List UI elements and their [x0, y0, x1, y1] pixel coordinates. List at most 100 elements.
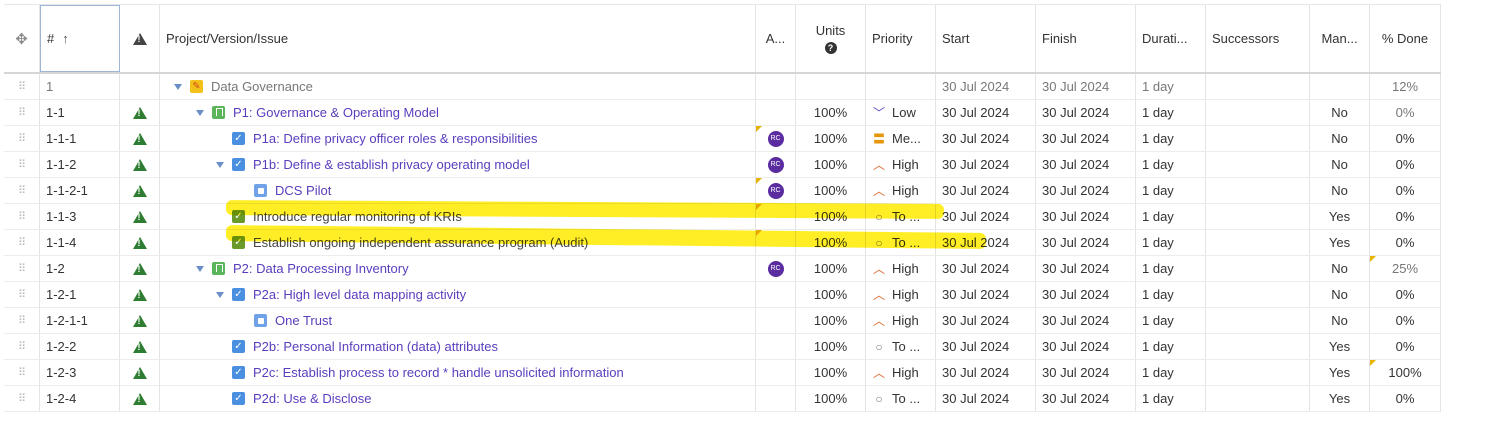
table-row[interactable]: ⠿ 1-2-2 ✓ P2b: Personal Information (dat…: [4, 334, 1441, 360]
task-check-icon: ✓: [232, 210, 245, 223]
subtask-icon: [254, 184, 267, 197]
grip-icon: ⠿: [17, 367, 26, 379]
column-header-warning[interactable]: [120, 5, 160, 72]
grip-icon: ⠿: [17, 133, 26, 145]
drag-handle[interactable]: ⠿: [4, 282, 40, 307]
priority-low-icon: ﹀: [872, 106, 885, 120]
priority-todo-icon: ○: [875, 339, 883, 354]
task-check-icon: ✓: [232, 392, 245, 405]
priority-medium-icon: 〓: [872, 132, 885, 146]
grip-icon: ⠿: [17, 81, 26, 93]
drag-handle[interactable]: ⠿: [4, 308, 40, 333]
column-header-priority[interactable]: Priority: [866, 5, 936, 72]
drag-handle[interactable]: ⠿: [4, 256, 40, 281]
priority-high-icon: ︿: [872, 288, 885, 302]
drag-handle[interactable]: ⠿: [4, 100, 40, 125]
help-icon[interactable]: ?: [824, 42, 837, 54]
warning-icon: [132, 262, 147, 275]
version-bookmark-icon: [212, 106, 225, 119]
warning-icon: [132, 32, 147, 45]
issue-name-cell[interactable]: One Trust: [160, 308, 756, 333]
priority-high-icon: ︿: [872, 184, 885, 198]
table-row[interactable]: ⠿ 1 ✎ Data Governance 30 Jul 2024 30 Jul…: [4, 74, 1441, 100]
column-header-finish[interactable]: Finish: [1036, 5, 1136, 72]
table-row[interactable]: ⠿ 1-1 P1: Governance & Operating Model 1…: [4, 100, 1441, 126]
task-check-icon: ✓: [232, 288, 245, 301]
collapse-icon[interactable]: [174, 83, 182, 90]
project-icon: ✎: [190, 80, 203, 93]
issue-name-cell[interactable]: ✓ P2b: Personal Information (data) attri…: [160, 334, 756, 359]
table-row[interactable]: ⠿ 1-1-4 ✓ Establish ongoing independent …: [4, 230, 1441, 256]
priority-todo-icon: ○: [875, 391, 883, 406]
column-header-assignee[interactable]: A...: [756, 5, 796, 72]
collapse-icon[interactable]: [196, 109, 204, 116]
grip-icon: ⠿: [17, 341, 26, 353]
issue-name-cell[interactable]: ✓ P1a: Define privacy officer roles & re…: [160, 126, 756, 151]
table-row[interactable]: ⠿ 1-2-4 ✓ P2d: Use & Disclose 100% ○To .…: [4, 386, 1441, 412]
drag-handle[interactable]: ⠿: [4, 74, 40, 99]
drag-handle[interactable]: ⠿: [4, 178, 40, 203]
table-row[interactable]: ⠿ 1-1-1 ✓ P1a: Define privacy officer ro…: [4, 126, 1441, 152]
collapse-icon[interactable]: [216, 291, 224, 298]
warning-icon: [132, 236, 147, 249]
column-header-duration[interactable]: Durati...: [1136, 5, 1206, 72]
issue-name-cell[interactable]: ✓ P2d: Use & Disclose: [160, 386, 756, 411]
edited-marker: [1370, 256, 1376, 262]
edited-marker: [756, 126, 762, 132]
warning-icon: [132, 340, 147, 353]
table-row[interactable]: ⠿ 1-2-3 ✓ P2c: Establish process to reco…: [4, 360, 1441, 386]
drag-handle[interactable]: ⠿: [4, 126, 40, 151]
warning-icon: [132, 158, 147, 171]
drag-handle[interactable]: ⠿: [4, 152, 40, 177]
drag-handle[interactable]: ⠿: [4, 360, 40, 385]
warning-icon: [132, 288, 147, 301]
warning-icon: [132, 132, 147, 145]
issue-name-cell[interactable]: DCS Pilot: [160, 178, 756, 203]
warning-icon: [132, 392, 147, 405]
priority-todo-icon: ○: [875, 209, 883, 224]
issue-name-cell[interactable]: ✓ Introduce regular monitoring of KRIs: [160, 204, 756, 229]
subtask-icon: [254, 314, 267, 327]
version-name-cell[interactable]: P1: Governance & Operating Model: [160, 100, 756, 125]
table-row[interactable]: ⠿ 1-1-2 ✓ P1b: Define & establish privac…: [4, 152, 1441, 178]
column-header-start[interactable]: Start: [936, 5, 1036, 72]
column-header-done[interactable]: % Done: [1370, 5, 1441, 72]
column-header-units[interactable]: Units ?: [796, 5, 866, 72]
priority-high-icon: ︿: [872, 158, 885, 172]
move-icon: ✥: [15, 30, 28, 48]
collapse-icon[interactable]: [196, 265, 204, 272]
version-name-cell[interactable]: P2: Data Processing Inventory: [160, 256, 756, 281]
table-row[interactable]: ⠿ 1-2 P2: Data Processing Inventory RC 1…: [4, 256, 1441, 282]
issue-name-cell[interactable]: ✓ P2a: High level data mapping activity: [160, 282, 756, 307]
avatar: RC: [767, 260, 784, 277]
edited-marker: [756, 204, 762, 210]
table-row[interactable]: ⠿ 1-2-1-1 One Trust 100% ︿High 30 Jul 20…: [4, 308, 1441, 334]
priority-todo-icon: ○: [875, 235, 883, 250]
issue-name-cell[interactable]: ✓ P2c: Establish process to record * han…: [160, 360, 756, 385]
issue-name-cell[interactable]: ✓ Establish ongoing independent assuranc…: [160, 230, 756, 255]
move-column-header[interactable]: ✥: [4, 5, 40, 72]
column-header-successors[interactable]: Successors: [1206, 5, 1310, 72]
drag-handle[interactable]: ⠿: [4, 386, 40, 411]
collapse-icon[interactable]: [216, 161, 224, 168]
drag-handle[interactable]: ⠿: [4, 204, 40, 229]
issue-name-cell[interactable]: ✓ P1b: Define & establish privacy operat…: [160, 152, 756, 177]
column-header-num[interactable]: # ↑: [40, 5, 120, 72]
drag-handle[interactable]: ⠿: [4, 230, 40, 255]
grip-icon: ⠿: [17, 393, 26, 405]
task-check-icon: ✓: [232, 340, 245, 353]
task-check-icon: ✓: [232, 366, 245, 379]
warning-icon: [132, 314, 147, 327]
grip-icon: ⠿: [17, 237, 26, 249]
drag-handle[interactable]: ⠿: [4, 334, 40, 359]
table-row[interactable]: ⠿ 1-1-2-1 DCS Pilot RC 100% ︿High 30 Jul…: [4, 178, 1441, 204]
version-bookmark-icon: [212, 262, 225, 275]
gantt-grid: ✥ #↑ Project/Version/Issue A... Units ? …: [4, 4, 1441, 412]
column-header-manual[interactable]: Man...: [1310, 5, 1370, 72]
table-row[interactable]: ⠿ 1-1-3 ✓ Introduce regular monitoring o…: [4, 204, 1441, 230]
project-name-cell[interactable]: ✎ Data Governance: [160, 74, 756, 99]
table-row[interactable]: ⠿ 1-2-1 ✓ P2a: High level data mapping a…: [4, 282, 1441, 308]
grip-icon: ⠿: [17, 315, 26, 327]
grip-icon: ⠿: [17, 185, 26, 197]
column-header-name[interactable]: Project/Version/Issue: [160, 5, 756, 72]
